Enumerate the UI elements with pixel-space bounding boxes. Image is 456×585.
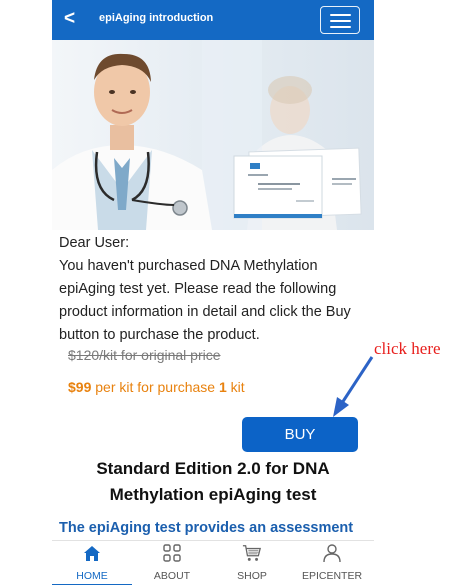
tab-label: ABOUT (153, 570, 191, 582)
tab-home[interactable]: HOME (52, 541, 132, 585)
quantity-unit: kit (226, 379, 245, 395)
hero-image (52, 40, 374, 230)
cart-icon (242, 545, 261, 561)
buy-button[interactable]: BUY (242, 417, 358, 452)
intro-message: Dear User: You haven't purchased DNA Met… (59, 232, 371, 347)
quantity-value: 1 (218, 379, 227, 395)
original-price: $120/kit for original price (68, 347, 221, 363)
purchase-message: You haven't purchased DNA Methylation ep… (59, 258, 351, 343)
greeting-text: Dear User: (59, 235, 130, 251)
hamburger-icon (330, 14, 351, 16)
hamburger-icon (330, 20, 351, 22)
price-line: $99 per kit for purchase 1 kit (68, 379, 245, 395)
product-description: The epiAging test provides an assessment (59, 520, 354, 536)
phone-screen: < epiAging introduction Dear User: You h… (52, 0, 374, 585)
tab-epicenter[interactable]: EPICENTER (292, 541, 372, 585)
chevron-left-icon[interactable]: < (64, 9, 75, 29)
arrow-icon (333, 356, 374, 417)
tab-about[interactable]: ABOUT (132, 541, 212, 585)
price-value: $99 (68, 379, 92, 395)
doctor-illustration (52, 40, 362, 230)
tab-label: SHOP (237, 570, 267, 582)
bottom-tab-bar: HOME ABOUT SHOP EPICENTER (52, 540, 374, 585)
tab-label: HOME (76, 570, 108, 582)
price-text: per kit for purchase (91, 379, 219, 395)
click-here-annotation: click here (374, 339, 441, 358)
page-title: epiAging introduction (99, 12, 214, 24)
tab-label: EPICENTER (301, 570, 363, 582)
tab-shop[interactable]: SHOP (212, 541, 292, 585)
product-title: Standard Edition 2.0 for DNA Methylation… (96, 459, 330, 504)
user-icon (323, 544, 341, 563)
grid-icon (163, 544, 181, 562)
hamburger-icon (330, 26, 351, 28)
home-icon (84, 546, 100, 561)
top-app-bar: < epiAging introduction (52, 0, 374, 40)
menu-button[interactable] (320, 6, 360, 34)
